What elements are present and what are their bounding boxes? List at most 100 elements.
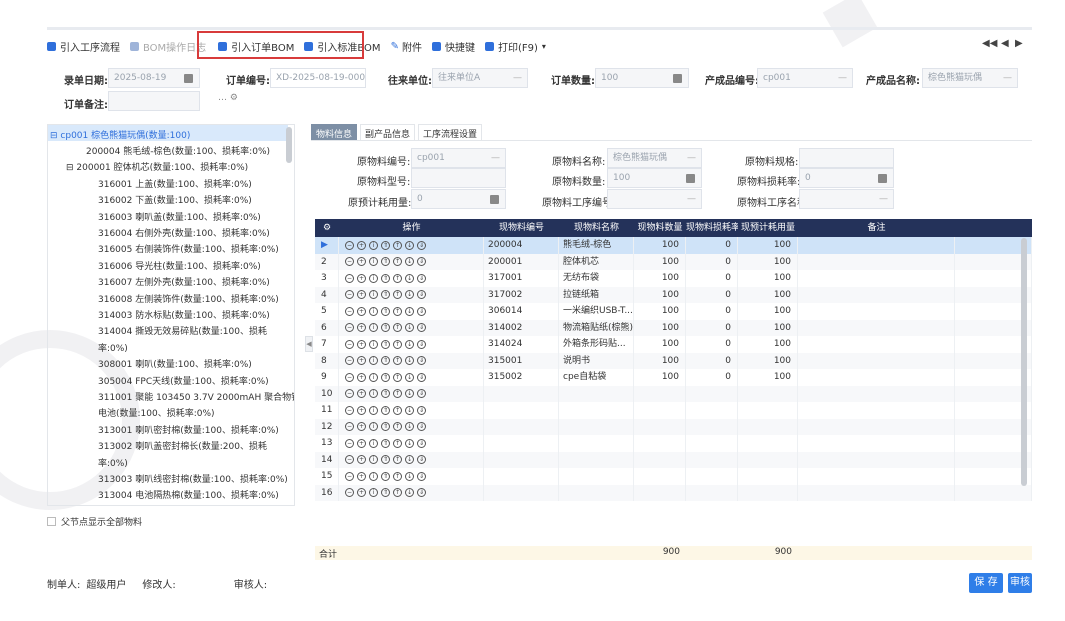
row-op-icon[interactable]: ↓ xyxy=(405,372,414,382)
cell-loss[interactable]: 0 xyxy=(686,237,738,254)
cell-name[interactable]: 腔体机芯 xyxy=(559,253,634,270)
row-op-icon[interactable]: ⇓ xyxy=(417,356,426,366)
row-op-icon[interactable]: i xyxy=(369,356,378,366)
row-op-icon[interactable]: i xyxy=(369,455,378,465)
cell-remark[interactable] xyxy=(798,418,955,435)
cell-code[interactable] xyxy=(484,402,559,419)
calculator-icon[interactable] xyxy=(878,174,887,183)
row-op-icon[interactable]: + xyxy=(357,306,366,316)
row-op-icon[interactable]: ↑ xyxy=(393,240,402,250)
row-op-icon[interactable]: i xyxy=(369,290,378,300)
tree-node[interactable]: 313001 喇叭密封棉(数量:100、损耗率:0%) xyxy=(98,423,279,436)
row-op-icon[interactable]: ⇑ xyxy=(381,306,390,316)
row-op-icon[interactable]: + xyxy=(357,290,366,300)
cell-code[interactable] xyxy=(484,435,559,452)
tree-node[interactable]: 316008 左侧装饰件(数量:100、损耗率:0%) xyxy=(98,292,279,305)
cell-plan[interactable]: 100 xyxy=(738,270,798,287)
cell-name[interactable] xyxy=(559,418,634,435)
cell-name[interactable]: 一米编织USB-T... xyxy=(559,303,634,320)
row-op-icon[interactable]: ↑ xyxy=(393,339,402,349)
row-op-icon[interactable]: ↓ xyxy=(405,455,414,465)
product-name-field[interactable]: 棕色熊猫玩偶 — xyxy=(922,68,1018,88)
tree-node[interactable]: 率:0%) xyxy=(98,456,128,469)
row-op-icon[interactable]: + xyxy=(357,273,366,283)
cell-name[interactable]: cpe自粘袋 xyxy=(559,369,634,386)
row-op-icon[interactable]: ⇑ xyxy=(381,273,390,283)
row-number[interactable]: ▶ xyxy=(315,237,339,254)
tree-node[interactable]: 314004 撕毁无效易碎贴(数量:100、损耗 xyxy=(98,324,267,337)
row-op-icon[interactable]: ↑ xyxy=(393,356,402,366)
row-number[interactable]: 7 xyxy=(315,336,339,353)
tab-material-info[interactable]: 物料信息 xyxy=(311,124,358,140)
cell-code[interactable]: 315001 xyxy=(484,352,559,369)
cell-plan[interactable]: 100 xyxy=(738,352,798,369)
cell-plan[interactable] xyxy=(738,451,798,468)
cell-code[interactable]: 200001 xyxy=(484,253,559,270)
table-row[interactable]: ▶ − + i ⇑ ↑ ↓ ⇓ 200004 熊毛绒-棕色 100 0 100 xyxy=(315,237,1032,254)
cell-code[interactable] xyxy=(484,418,559,435)
remark-field[interactable] xyxy=(108,91,200,111)
tree-node[interactable]: 316003 喇叭盖(数量:100、损耗率:0%) xyxy=(98,210,261,223)
cell-qty[interactable]: 100 xyxy=(634,270,686,287)
tree-node[interactable]: 316002 下盖(数量:100、损耗率:0%) xyxy=(98,193,252,206)
row-number[interactable]: 8 xyxy=(315,352,339,369)
cell-plan[interactable]: 100 xyxy=(738,303,798,320)
row-op-icon[interactable]: ⇓ xyxy=(417,405,426,415)
cell-code[interactable]: 306014 xyxy=(484,303,559,320)
material-spec-field[interactable] xyxy=(799,148,894,168)
cell-remark[interactable] xyxy=(798,385,955,402)
cell-remark[interactable] xyxy=(798,253,955,270)
row-op-icon[interactable]: i xyxy=(369,323,378,333)
cell-name[interactable] xyxy=(559,468,634,485)
row-op-icon[interactable]: i xyxy=(369,389,378,399)
row-op-icon[interactable]: − xyxy=(345,488,354,498)
tab-byproduct-info[interactable]: 副产品信息 xyxy=(360,124,416,140)
tree-node[interactable]: 率:0%) xyxy=(98,341,128,354)
table-row[interactable]: 7− + i ⇑ ↑ ↓ ⇓ 314024 外箱条形码贴... 100 0 100 xyxy=(315,336,1032,353)
order-qty-field[interactable]: 100 xyxy=(595,68,689,88)
cell-plan[interactable] xyxy=(738,418,798,435)
table-row[interactable]: 16− + i ⇑ ↑ ↓ ⇓ xyxy=(315,484,1032,501)
row-op-icon[interactable]: ⇑ xyxy=(381,356,390,366)
cell-name[interactable]: 熊毛绒-棕色 xyxy=(559,237,634,254)
print-button[interactable]: 打印(F9) ▾ xyxy=(484,36,546,56)
cell-code[interactable]: 314002 xyxy=(484,319,559,336)
cell-code[interactable]: 200004 xyxy=(484,237,559,254)
cell-plan[interactable] xyxy=(738,402,798,419)
cell-plan[interactable] xyxy=(738,484,798,501)
cell-plan[interactable]: 100 xyxy=(738,369,798,386)
cell-qty[interactable] xyxy=(634,451,686,468)
row-op-icon[interactable]: − xyxy=(345,323,354,333)
row-op-icon[interactable]: ⇓ xyxy=(417,323,426,333)
table-row[interactable]: 8− + i ⇑ ↑ ↓ ⇓ 315001 说明书 100 0 100 xyxy=(315,352,1032,369)
table-row[interactable]: 4− + i ⇑ ↑ ↓ ⇓ 317002 拉链纸箱 100 0 100 xyxy=(315,286,1032,303)
cell-loss[interactable]: 0 xyxy=(686,303,738,320)
row-op-icon[interactable]: + xyxy=(357,257,366,267)
row-op-icon[interactable]: ⇑ xyxy=(381,339,390,349)
cell-qty[interactable]: 100 xyxy=(634,237,686,254)
next-record-icon[interactable]: ▶ xyxy=(1015,38,1023,49)
tree-node[interactable]: 电池(数量:100、损耗率:0%) xyxy=(98,406,215,419)
cell-qty[interactable]: 100 xyxy=(634,319,686,336)
row-op-icon[interactable]: ↓ xyxy=(405,323,414,333)
table-row[interactable]: 15− + i ⇑ ↑ ↓ ⇓ xyxy=(315,468,1032,485)
tree-node[interactable]: 308001 喇叭(数量:100、损耗率:0%) xyxy=(98,357,252,370)
cell-remark[interactable] xyxy=(798,336,955,353)
row-op-icon[interactable]: − xyxy=(345,306,354,316)
row-number[interactable]: 9 xyxy=(315,369,339,386)
row-op-icon[interactable]: ⇓ xyxy=(417,422,426,432)
row-op-icon[interactable]: ↓ xyxy=(405,422,414,432)
row-op-icon[interactable]: − xyxy=(345,240,354,250)
cell-plan[interactable]: 100 xyxy=(738,336,798,353)
cell-remark[interactable] xyxy=(798,435,955,452)
cell-qty[interactable]: 100 xyxy=(634,303,686,320)
cell-qty[interactable] xyxy=(634,402,686,419)
cell-name[interactable] xyxy=(559,451,634,468)
row-op-icon[interactable]: ⇓ xyxy=(417,455,426,465)
cell-code[interactable]: 314024 xyxy=(484,336,559,353)
first-record-icon[interactable]: ◀◀ xyxy=(982,38,997,49)
cell-remark[interactable] xyxy=(798,451,955,468)
row-op-icon[interactable]: ⇑ xyxy=(381,422,390,432)
table-row[interactable]: 11− + i ⇑ ↑ ↓ ⇓ xyxy=(315,402,1032,419)
row-op-icon[interactable]: ⇓ xyxy=(417,488,426,498)
